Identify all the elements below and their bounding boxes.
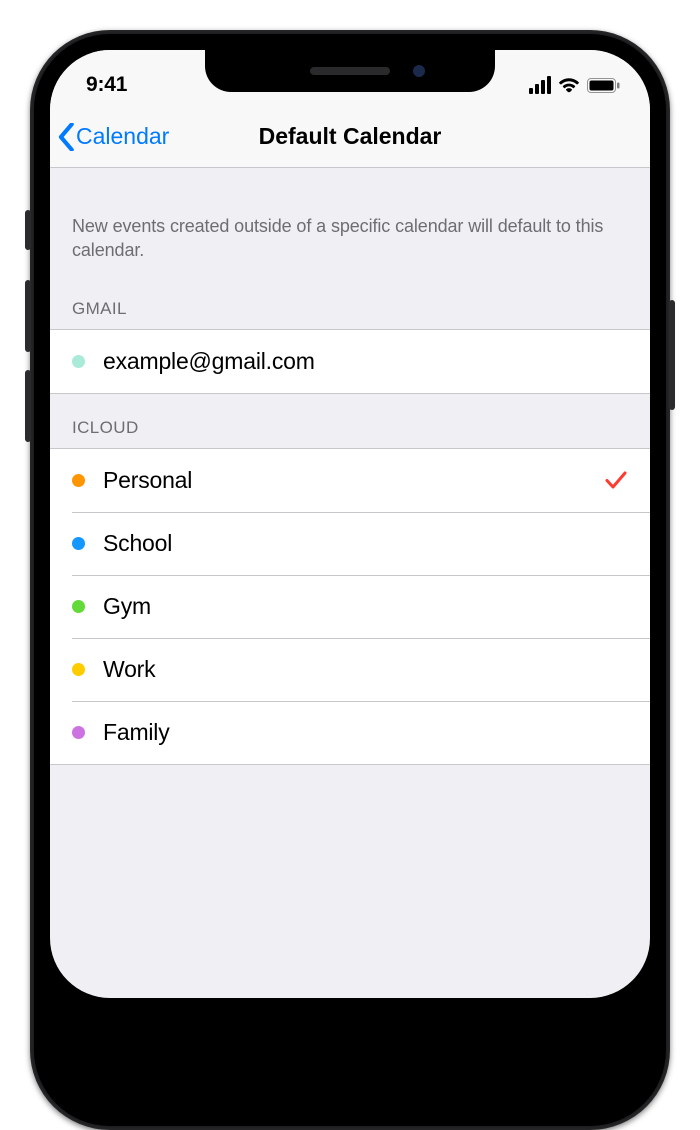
calendar-row-label: Work — [103, 656, 155, 683]
calendar-list: Personal School Gym Work Family — [50, 448, 650, 765]
calendar-row-label: School — [103, 530, 172, 557]
cellular-signal-icon — [529, 76, 551, 94]
volume-down-button — [25, 370, 31, 442]
volume-up-button — [25, 280, 31, 352]
front-camera — [413, 65, 425, 77]
mute-switch — [25, 210, 31, 250]
navigation-bar: Calendar Default Calendar — [50, 106, 650, 168]
calendar-row[interactable]: Family — [50, 701, 650, 764]
calendar-color-dot — [72, 474, 85, 487]
page-title: Default Calendar — [259, 123, 442, 150]
calendar-row-label: example@gmail.com — [103, 348, 315, 375]
calendar-color-dot — [72, 663, 85, 676]
calendar-list: example@gmail.com — [50, 329, 650, 394]
battery-icon — [587, 78, 620, 93]
calendar-row[interactable]: example@gmail.com — [50, 330, 650, 393]
chevron-left-icon — [58, 123, 74, 151]
speaker-grille — [310, 67, 390, 75]
back-button-label: Calendar — [76, 123, 169, 150]
calendar-color-dot — [72, 600, 85, 613]
calendar-color-dot — [72, 537, 85, 550]
calendar-row[interactable]: Personal — [50, 449, 650, 512]
group-header: ICLOUD — [50, 394, 650, 448]
calendar-color-dot — [72, 726, 85, 739]
group-description: New events created outside of a specific… — [50, 168, 650, 275]
side-button — [669, 300, 675, 410]
status-time: 9:41 — [86, 73, 127, 97]
notch — [205, 50, 495, 92]
calendar-row[interactable]: School — [50, 512, 650, 575]
checkmark-icon — [604, 468, 628, 492]
calendar-color-dot — [72, 355, 85, 368]
calendar-row[interactable]: Work — [50, 638, 650, 701]
calendar-row-label: Gym — [103, 593, 151, 620]
wifi-icon — [558, 77, 580, 93]
group-header: GMAIL — [50, 275, 650, 329]
calendar-row-label: Family — [103, 719, 170, 746]
content: New events created outside of a specific… — [50, 168, 650, 765]
status-indicators — [529, 76, 620, 94]
calendar-row[interactable]: Gym — [50, 575, 650, 638]
screen: 9:41 Calendar Default Calendar New event… — [50, 50, 650, 998]
back-button[interactable]: Calendar — [58, 123, 169, 151]
calendar-row-label: Personal — [103, 467, 192, 494]
